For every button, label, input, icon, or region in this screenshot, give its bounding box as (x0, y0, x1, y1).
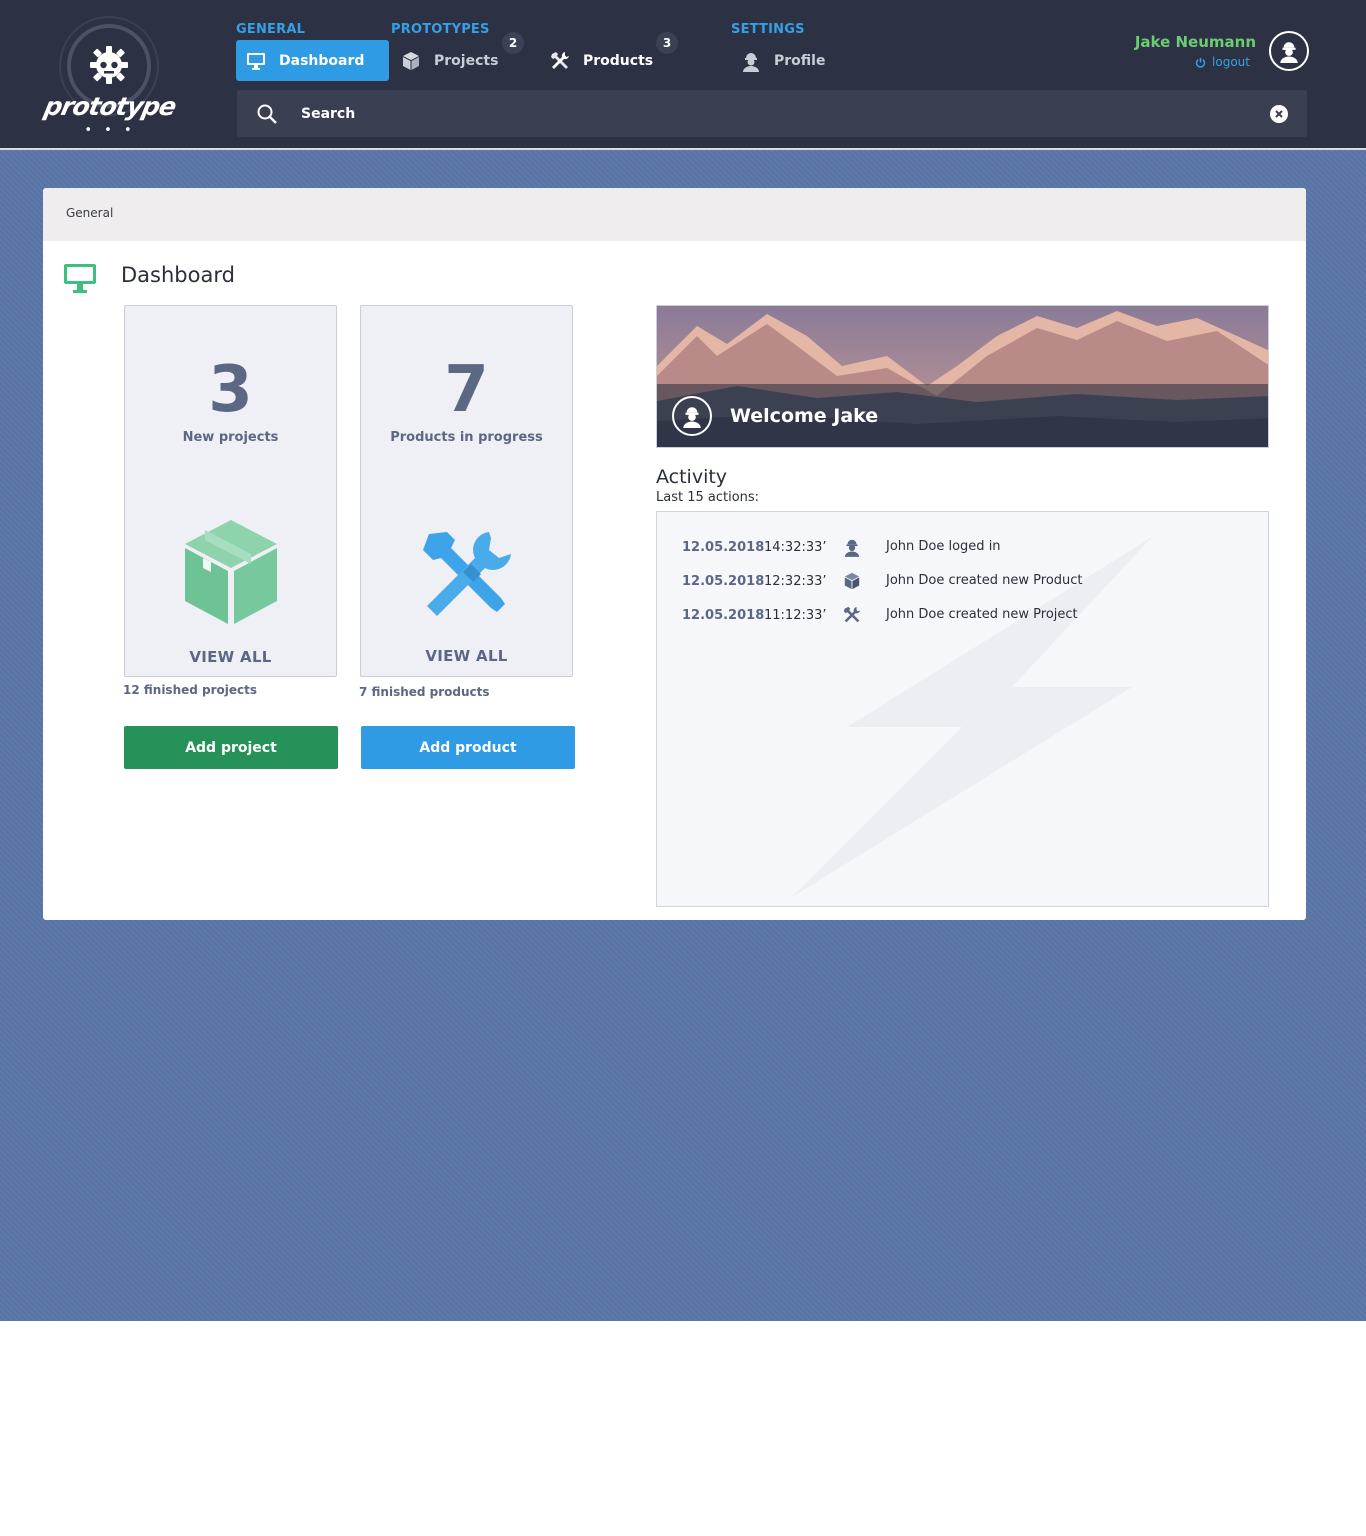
monitor-icon (245, 50, 267, 72)
box-icon (842, 571, 862, 591)
box-icon (400, 50, 422, 72)
view-all-products-link[interactable]: VIEW ALL (361, 647, 572, 665)
activity-date: 12.05.2018 (682, 608, 765, 623)
activity-title: Activity (656, 466, 728, 488)
search-input[interactable] (301, 105, 1270, 122)
activity-date: 12.05.2018 (682, 540, 765, 555)
clear-search-icon[interactable] (1270, 104, 1288, 123)
tools-icon (842, 605, 862, 625)
user-name: Jake Neumann (1134, 33, 1256, 51)
finished-products-text: 7 finished products (359, 685, 490, 699)
tools-icon (549, 50, 571, 72)
power-icon (1195, 57, 1206, 68)
activity-item: 12.05.2018 14:32:33’ John Doe loged in (657, 536, 1268, 560)
welcome-text: Welcome Jake (730, 405, 879, 427)
user-avatar[interactable] (1269, 31, 1309, 71)
breadcrumb[interactable]: General (66, 206, 113, 220)
worker-icon (740, 50, 762, 72)
logout-link[interactable]: logout (1195, 55, 1250, 69)
activity-time: 14:32:33’ (764, 540, 827, 555)
box-icon (184, 520, 277, 624)
activity-item: 12.05.2018 11:12:33’ John Doe created ne… (657, 604, 1268, 628)
activity-time: 12:32:33’ (764, 574, 827, 589)
finished-projects-text: 12 finished projects (123, 683, 258, 697)
worker-icon (683, 407, 701, 428)
page-title: Dashboard (121, 263, 235, 287)
worker-icon (842, 537, 862, 557)
products-in-progress-count: 7 (444, 353, 489, 427)
nav-item-label: Profile (774, 52, 826, 69)
dashboard-panel: General Dashboard 3 New projects VIEW AL… (43, 188, 1306, 920)
activity-item: 12.05.2018 12:32:33’ John Doe created ne… (657, 570, 1268, 594)
activity-text: John Doe loged in (886, 539, 1001, 554)
activity-time: 11:12:33’ (764, 608, 827, 623)
nav-item-label: Products (583, 52, 654, 69)
view-all-projects-link[interactable]: VIEW ALL (125, 648, 336, 666)
new-projects-count: 3 (208, 353, 253, 427)
activity-date: 12.05.2018 (682, 574, 765, 589)
logout-label: logout (1212, 55, 1250, 69)
breadcrumb-bar: General (43, 188, 1306, 241)
search-icon[interactable] (255, 102, 279, 126)
top-navigation-bar: prototype • • • GENERAL PROTOTYPES SETTI… (0, 0, 1366, 148)
nav-group-prototypes: PROTOTYPES (391, 22, 490, 37)
products-count-badge: 3 (656, 32, 678, 54)
add-product-button[interactable]: Add product (361, 726, 575, 769)
nav-group-settings: SETTINGS (731, 22, 805, 37)
projects-stat-card[interactable]: 3 New projects VIEW ALL (124, 305, 337, 677)
app-logo[interactable]: prototype • • • (40, 14, 180, 140)
logo-wordmark: prototype (41, 92, 179, 121)
products-stat-card[interactable]: 7 Products in progress VIEW ALL (360, 305, 573, 677)
nav-item-projects[interactable]: Projects (391, 40, 511, 81)
activity-subtitle: Last 15 actions: (656, 490, 760, 505)
activity-text: John Doe created new Product (886, 573, 1083, 588)
nav-item-products[interactable]: Products (540, 40, 670, 81)
monitor-icon (64, 264, 96, 293)
tools-icon (422, 532, 511, 616)
new-projects-label: New projects (182, 430, 279, 445)
nav-item-profile[interactable]: Profile (731, 40, 841, 81)
projects-count-badge: 2 (502, 32, 524, 54)
user-avatar (672, 396, 712, 436)
products-in-progress-label: Products in progress (390, 430, 543, 445)
welcome-banner: Welcome Jake (656, 305, 1269, 448)
activity-list: 12.05.2018 14:32:33’ John Doe loged in 1… (656, 511, 1269, 907)
logo-dots: • • • (84, 123, 136, 138)
search-bar (237, 90, 1307, 137)
add-project-button[interactable]: Add project (124, 726, 338, 769)
activity-text: John Doe created new Project (886, 607, 1078, 622)
nav-item-label: Dashboard (279, 52, 365, 69)
nav-item-label: Projects (434, 52, 499, 69)
worker-icon (1280, 42, 1298, 63)
gear-icon (90, 46, 128, 84)
nav-item-dashboard[interactable]: Dashboard (236, 40, 389, 81)
nav-group-general: GENERAL (236, 22, 306, 37)
